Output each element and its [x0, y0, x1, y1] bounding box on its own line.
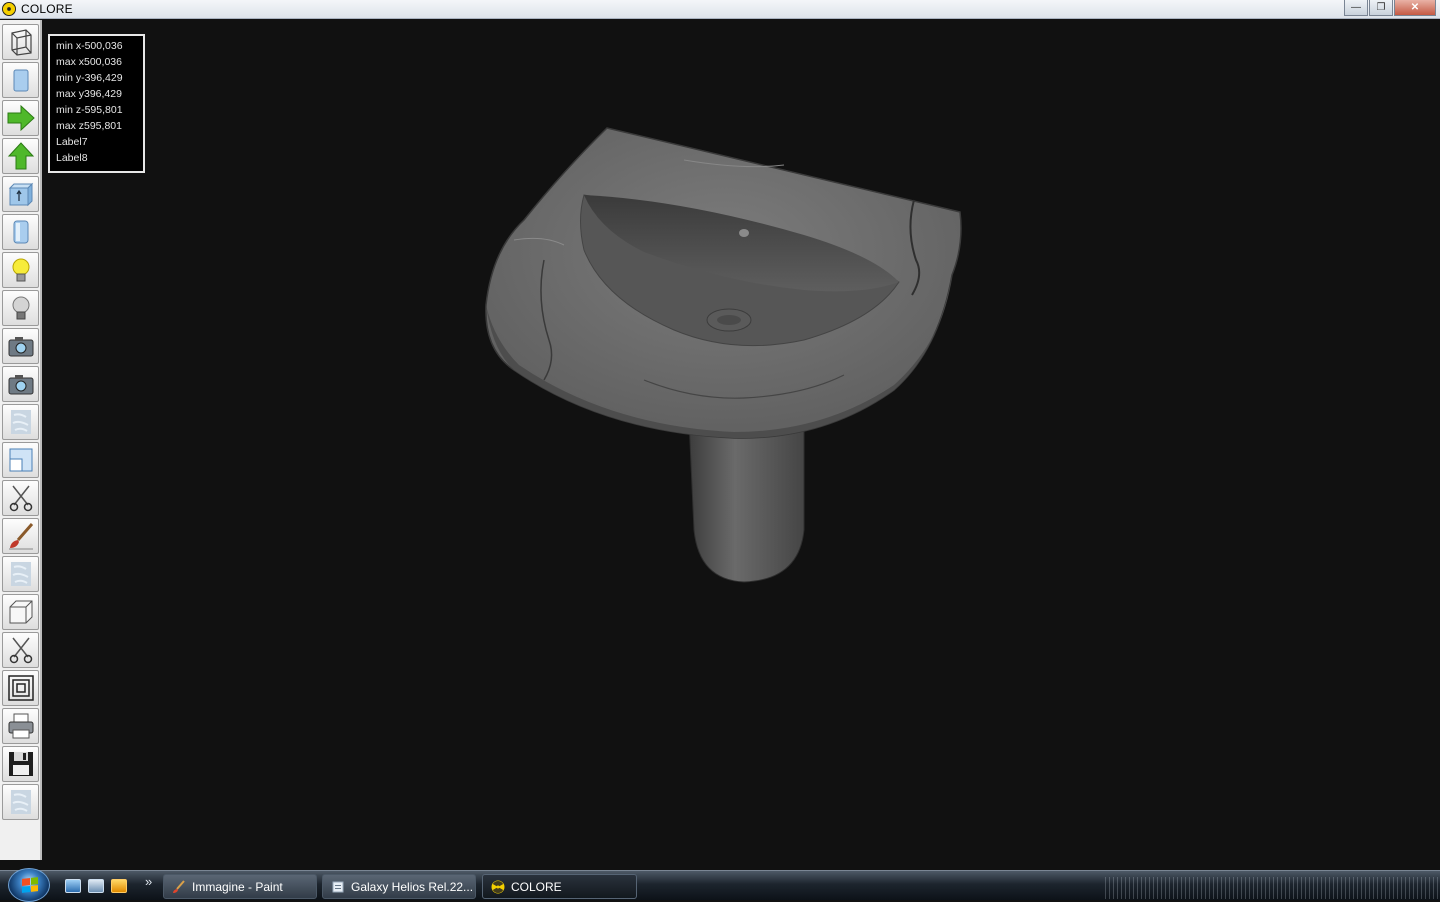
- label7: Label7: [56, 136, 88, 148]
- paint-brush-icon: [173, 879, 185, 893]
- washbasin-model[interactable]: [44, 20, 1440, 870]
- min-z-label: min z-595,801: [56, 104, 123, 116]
- scissors-2-icon: [9, 637, 32, 664]
- cylinder-button[interactable]: [2, 214, 39, 250]
- app-window: COLORE — ❐ ✕ min x-500,036 max x500,036 …: [0, 0, 1440, 870]
- taskbar-item-paint[interactable]: Immagine - Paint: [163, 874, 317, 899]
- camera-2-icon: [8, 375, 33, 395]
- taskbar-item-label: Galaxy Helios Rel.22...: [351, 879, 474, 894]
- taskbar: » Immagine - Paint Galaxy Helios Rel.22.…: [0, 868, 1440, 902]
- taskbar-item-label: COLORE: [511, 879, 562, 894]
- minimize-button[interactable]: —: [1344, 0, 1368, 16]
- document-icon: [332, 881, 344, 892]
- max-z-label: max z595,801: [56, 120, 122, 132]
- arrow-up-icon: [7, 142, 34, 170]
- texture-2-button[interactable]: [2, 556, 39, 592]
- min-y-label: min y-396,429: [56, 72, 123, 84]
- box-front-button[interactable]: [2, 176, 39, 212]
- solid-box-icon: [13, 69, 28, 92]
- 3d-viewport[interactable]: [44, 20, 1440, 870]
- arrow-right-button[interactable]: [2, 100, 39, 136]
- resize-window-button[interactable]: [2, 442, 39, 478]
- window-title: COLORE: [21, 2, 73, 16]
- windows-logo-icon: [22, 877, 38, 893]
- taskbar-item-galaxy-helios[interactable]: Galaxy Helios Rel.22...: [322, 874, 476, 899]
- concentric-squares-icon: [7, 675, 34, 701]
- label8: Label8: [56, 152, 88, 164]
- bulb-off-icon: [12, 296, 29, 320]
- cube-icon: [9, 600, 32, 624]
- taskbar-item-label: Immagine - Paint: [192, 879, 283, 894]
- cylinder-icon: [13, 220, 28, 244]
- close-button[interactable]: ✕: [1394, 0, 1436, 16]
- camera-icon: [8, 337, 33, 357]
- camera-button[interactable]: [2, 328, 39, 364]
- concentric-squares-button[interactable]: [2, 670, 39, 706]
- printer-icon: [8, 713, 33, 739]
- radiation-icon: [491, 880, 505, 893]
- wireframe-button[interactable]: [2, 24, 39, 60]
- camera-2-button[interactable]: [2, 366, 39, 402]
- scissors-icon: [9, 485, 32, 512]
- switch-windows-icon[interactable]: [88, 879, 104, 893]
- texture-button[interactable]: [2, 404, 39, 440]
- texture-2-icon: [10, 562, 31, 586]
- arrow-up-button[interactable]: [2, 138, 39, 174]
- title-bar[interactable]: COLORE — ❐ ✕: [0, 0, 1440, 19]
- arrow-right-icon: [7, 104, 35, 132]
- system-tray[interactable]: [1105, 877, 1440, 899]
- media-player-icon[interactable]: [111, 879, 127, 893]
- box-front-icon: [8, 182, 33, 207]
- taskbar-item-colore[interactable]: COLORE: [482, 874, 637, 899]
- min-x-label: min x-500,036: [56, 40, 123, 52]
- wireframe-icon: [10, 29, 32, 56]
- left-toolbar: [0, 20, 42, 860]
- light-off-button[interactable]: [2, 290, 39, 326]
- light-on-button[interactable]: [2, 252, 39, 288]
- start-button[interactable]: [8, 868, 50, 902]
- paint-brush-button[interactable]: [2, 518, 39, 554]
- cube-button[interactable]: [2, 594, 39, 630]
- texture-3-button[interactable]: [2, 784, 39, 820]
- solid-box-button[interactable]: [2, 62, 39, 98]
- texture-icon: [10, 410, 31, 434]
- bounds-info-panel: min x-500,036 max x500,036 min y-396,429…: [48, 34, 145, 173]
- max-y-label: max y396,429: [56, 88, 122, 100]
- floppy-disk-icon: [8, 752, 33, 776]
- resize-window-icon: [9, 448, 32, 472]
- max-x-label: max x500,036: [56, 56, 122, 68]
- show-desktop-icon[interactable]: [65, 879, 81, 893]
- paint-brush-icon: [8, 523, 33, 550]
- scissors-2-button[interactable]: [2, 632, 39, 668]
- maximize-button[interactable]: ❐: [1369, 0, 1393, 16]
- print-button[interactable]: [2, 708, 39, 744]
- window-controls: — ❐ ✕: [1344, 0, 1436, 16]
- quicklaunch-more-icon[interactable]: »: [145, 874, 152, 889]
- bulb-on-icon: [12, 258, 29, 282]
- radiation-app-icon: [2, 2, 16, 16]
- save-button[interactable]: [2, 746, 39, 782]
- texture-3-icon: [10, 790, 31, 814]
- scissors-button[interactable]: [2, 480, 39, 516]
